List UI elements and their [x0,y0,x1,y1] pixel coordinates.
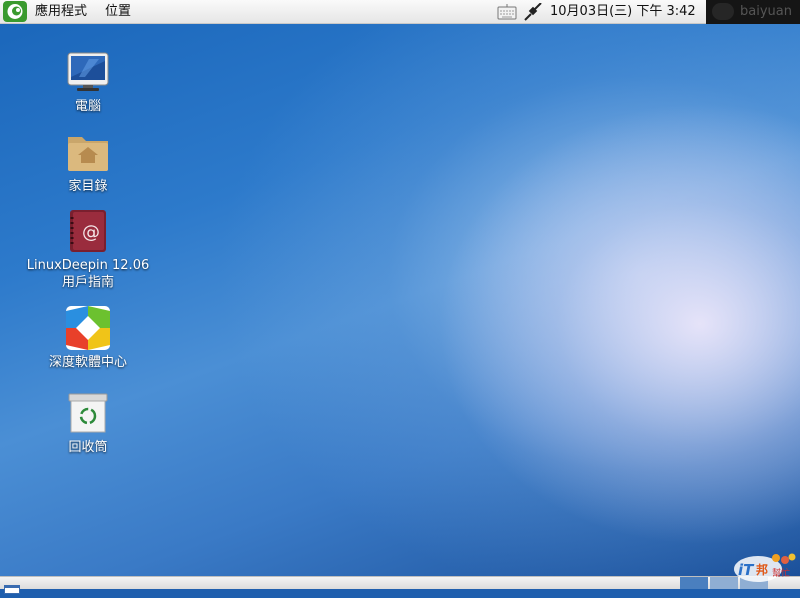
bottom-panel [0,576,800,594]
menu-places[interactable]: 位置 [105,3,131,21]
top-panel: 應用程式 位置 10月03日(三) 下午 3:42 baiyuan [0,0,800,24]
chat-bubble-icon [712,3,734,20]
desktop-icon-label: LinuxDeepin 12.06 [26,258,150,273]
svg-text:邦: 邦 [756,562,768,577]
network-cable-icon[interactable] [523,2,543,25]
computer-icon [65,49,111,95]
keyboard-icon[interactable] [497,3,517,25]
user-menu[interactable]: baiyuan [706,0,800,24]
home-folder-icon [65,129,111,175]
desktop-icon-user-guide[interactable]: @ LinuxDeepin 12.06 用戶指南 [13,208,163,291]
svg-text:幫忙: 幫忙 [772,567,790,579]
menu-applications[interactable]: 應用程式 [35,3,87,21]
desktop-background: 電腦 家目錄 @ LinuxDeepin 12.06 用戶指南 深度軟體中心 回… [0,24,800,576]
desktop-icon-label: 家目錄 [68,179,108,194]
deepin-logo-icon[interactable] [3,1,27,22]
svg-text:iT: iT [738,561,755,579]
ithome-watermark-logo: iT 邦 幫忙 [732,550,798,586]
desktop-icon-trash[interactable]: 回收筒 [13,390,163,456]
clock[interactable]: 10月03日(三) 下午 3:42 [550,3,696,21]
svg-text:@: @ [82,222,100,243]
user-name: baiyuan [740,4,792,19]
user-guide-book-icon: @ [65,208,111,254]
desktop-icon-software-center[interactable]: 深度軟體中心 [13,305,163,371]
desktop-icon-label: 回收筒 [68,440,108,455]
workspace-1[interactable] [680,577,708,589]
desktop-icon-computer[interactable]: 電腦 [13,49,163,115]
software-center-icon [65,305,111,351]
trash-icon [65,390,111,436]
desktop-icon-label: 電腦 [74,99,101,114]
desktop-icon-label-line2: 用戶指南 [61,275,114,290]
desktop-icon-home[interactable]: 家目錄 [13,129,163,195]
desktop-icon-label: 深度軟體中心 [48,355,127,370]
